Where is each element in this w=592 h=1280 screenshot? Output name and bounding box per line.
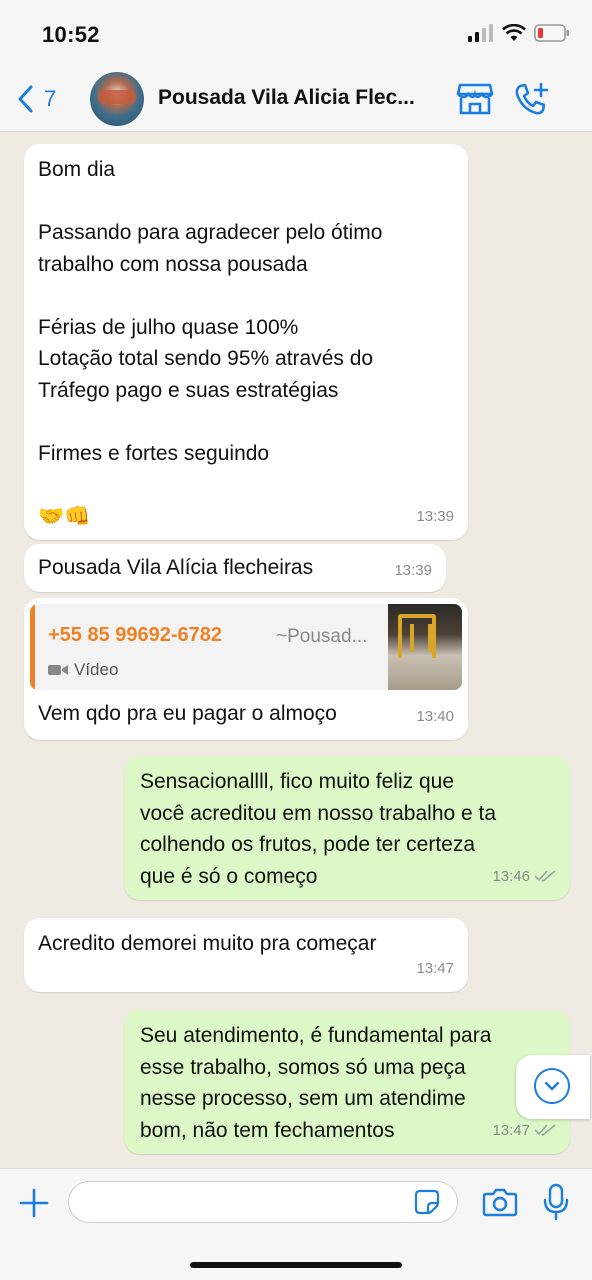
message-time: 13:46 <box>492 861 556 893</box>
scroll-to-bottom-button[interactable] <box>516 1055 590 1119</box>
chevron-down-circle-icon <box>534 1068 570 1104</box>
video-camera-icon <box>48 664 68 675</box>
message-time: 13:47 <box>416 959 454 977</box>
message-text: Acredito demorei muito pra começar <box>38 932 377 955</box>
status-bar: 10:52 <box>0 0 592 68</box>
back-button[interactable]: 7 <box>16 84 56 114</box>
status-icons <box>468 24 570 42</box>
message-time: 13:47 <box>492 1115 556 1147</box>
double-check-icon <box>534 1124 556 1137</box>
quote-accent-bar <box>30 604 35 690</box>
chat-header: 7 Pousada Vila Alicia Flec... <box>0 68 592 132</box>
add-call-icon[interactable] <box>514 82 550 116</box>
status-time: 10:52 <box>42 22 100 47</box>
signal-icon <box>468 24 493 42</box>
message-bubble-outgoing[interactable]: Seu atendimento, é fundamental para esse… <box>124 1010 570 1154</box>
message-bubble-incoming[interactable]: Bom dia Passando para agradecer pelo óti… <box>24 144 468 540</box>
home-indicator <box>190 1262 402 1268</box>
avatar[interactable] <box>90 72 144 126</box>
chat-title[interactable]: Pousada Vila Alicia Flec... <box>158 86 438 110</box>
message-text: Bom dia Passando para agradecer pelo óti… <box>38 158 383 528</box>
chevron-left-icon <box>18 85 33 113</box>
message-time: 13:39 <box>394 561 432 579</box>
quote-pushname: ~Pousad... <box>276 626 368 647</box>
microphone-icon[interactable] <box>542 1183 570 1221</box>
quote-media-type: Vídeo <box>48 654 118 686</box>
message-input[interactable] <box>68 1181 458 1223</box>
video-thumbnail <box>388 604 462 690</box>
message-time: 13:39 <box>416 507 454 525</box>
sticker-icon[interactable] <box>414 1189 440 1215</box>
battery-icon <box>534 24 569 42</box>
message-text: Pousada Vila Alícia flecheiras <box>38 556 314 579</box>
message-time: 13:40 <box>416 707 454 725</box>
message-bubble-incoming[interactable]: Acredito demorei muito pra começar 13:47 <box>24 918 468 992</box>
chat-area[interactable]: Bom dia Passando para agradecer pelo óti… <box>0 132 592 1168</box>
quote-sender: +55 85 99692-6782 <box>48 624 223 646</box>
chevron-down-icon <box>544 1081 560 1091</box>
message-bubble-outgoing[interactable]: Sensacionallll, fico muito feliz que voc… <box>124 756 570 900</box>
camera-icon[interactable] <box>482 1187 518 1217</box>
quoted-message[interactable]: +55 85 99692-6782 ~Pousad... Vídeo <box>30 604 462 690</box>
double-check-icon <box>534 870 556 883</box>
message-bubble-incoming[interactable]: Pousada Vila Alícia flecheiras 13:39 <box>24 544 446 592</box>
chair-image <box>398 614 436 658</box>
message-text: Vem qdo pra eu pagar o almoço <box>38 702 337 725</box>
unread-count: 7 <box>44 86 57 111</box>
plus-icon[interactable] <box>18 1187 50 1219</box>
message-bubble-incoming-reply[interactable]: +55 85 99692-6782 ~Pousad... Vídeo Vem q… <box>24 598 468 740</box>
wifi-icon <box>502 24 526 41</box>
storefront-icon[interactable] <box>456 82 494 116</box>
